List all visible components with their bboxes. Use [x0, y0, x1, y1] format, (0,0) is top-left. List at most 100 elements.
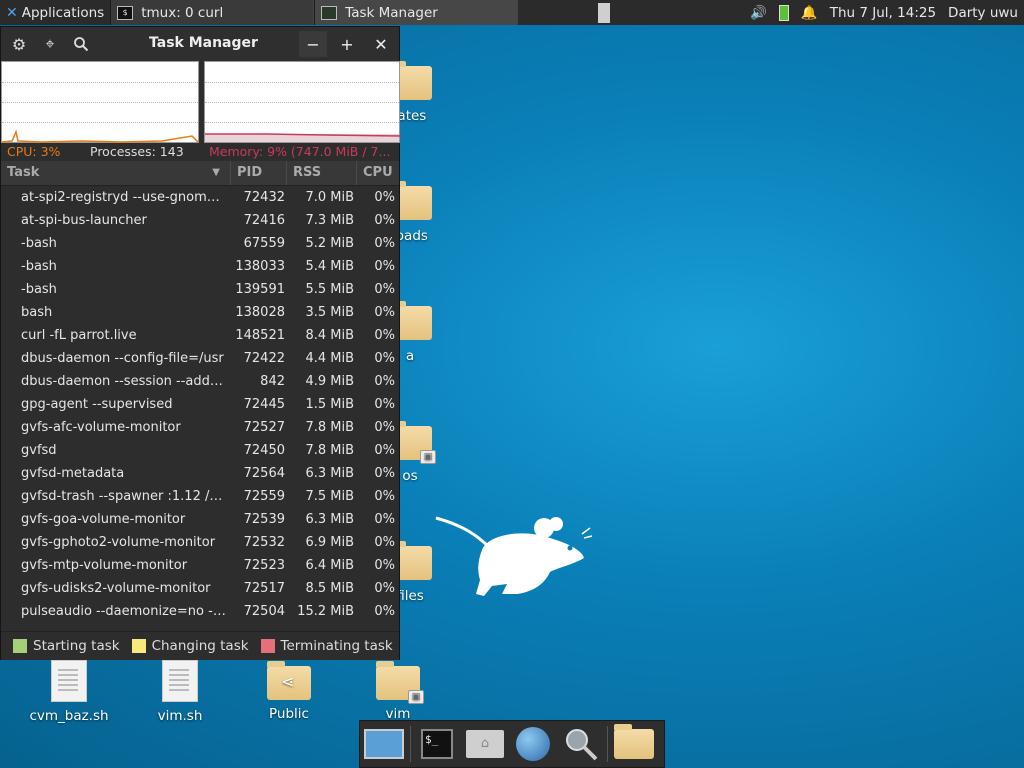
- table-row[interactable]: gvfsd-trash --spawner :1.12 /org 72559 7.5…: [1, 485, 399, 508]
- table-row[interactable]: pulseaudio --daemonize=no --log 72504 15.2…: [1, 600, 399, 623]
- battery-icon[interactable]: [773, 0, 795, 25]
- column-cpu[interactable]: CPU: [357, 161, 399, 185]
- cell-cpu: 0%: [374, 305, 395, 320]
- cpu-usage: CPU: 3%: [7, 144, 61, 159]
- cell-rss: 4.9 MiB: [305, 374, 354, 389]
- task-manager-icon: [321, 5, 338, 20]
- table-row[interactable]: gvfsd-metadata 72564 6.3 MiB 0%: [1, 462, 399, 485]
- cell-task: gvfs-mtp-volume-monitor: [21, 558, 188, 573]
- table-row[interactable]: at-spi2-registryd --use-gnome-session 724…: [1, 186, 399, 209]
- table-row[interactable]: gvfs-mtp-volume-monitor 72523 6.4 MiB 0%: [1, 554, 399, 577]
- cell-rss: 5.2 MiB: [305, 236, 354, 251]
- script-file-icon: [162, 660, 198, 702]
- cell-task: gvfsd-metadata: [21, 466, 125, 481]
- table-row[interactable]: dbus-daemon --session --address 842 4.9 Mi…: [1, 370, 399, 393]
- cell-task: gvfs-goa-volume-monitor: [21, 512, 186, 527]
- cell-task: gvfs-udisks2-volume-monitor: [21, 581, 211, 596]
- xfce-logo-icon: ✕: [6, 4, 18, 21]
- user-menu[interactable]: Darty uwu: [942, 0, 1024, 25]
- cell-task: curl -fL parrot.live: [21, 328, 137, 343]
- cell-cpu: 0%: [374, 351, 395, 366]
- cell-rss: 7.8 MiB: [305, 443, 354, 458]
- cell-pid: 148521: [235, 328, 285, 343]
- table-row[interactable]: -bash 67559 5.2 MiB 0%: [1, 232, 399, 255]
- search-icon[interactable]: [68, 31, 94, 57]
- table-row[interactable]: -bash 139591 5.5 MiB 0%: [1, 278, 399, 301]
- public-folder-icon: ⋖: [267, 661, 311, 700]
- notifications-icon[interactable]: 🔔: [795, 0, 824, 25]
- top-panel: ✕ Applications $ tmux: 0 curl Task Manag…: [0, 0, 1024, 25]
- memory-usage: Memory: 9% (747.0 MiB / 7...: [209, 144, 391, 159]
- minimize-button[interactable]: −: [299, 31, 327, 57]
- table-row[interactable]: gvfs-gphoto2-volume-monitor 72532 6.9 MiB 0…: [1, 531, 399, 554]
- terminal-launcher-icon[interactable]: $_: [417, 724, 457, 764]
- volume-icon[interactable]: 🔊: [744, 0, 773, 25]
- cell-pid: 72422: [243, 351, 285, 366]
- cell-pid: 138033: [235, 259, 285, 274]
- terminal-icon: $: [117, 5, 134, 20]
- table-row[interactable]: gvfsd 72450 7.8 MiB 0%: [1, 439, 399, 462]
- clock[interactable]: Thu 7 Jul, 14:25: [824, 0, 942, 25]
- cell-cpu: 0%: [374, 190, 395, 205]
- table-row[interactable]: gvfs-udisks2-volume-monitor 72517 8.5 MiB 0…: [1, 577, 399, 600]
- column-pid[interactable]: PID: [231, 161, 287, 185]
- cell-pid: 72517: [243, 581, 285, 596]
- cell-task: bash: [21, 305, 53, 320]
- process-list: at-spi2-registryd --use-gnome-session 724…: [1, 186, 399, 628]
- crosshair-icon[interactable]: ⌖: [37, 31, 63, 57]
- window-title: Task Manager: [149, 35, 258, 51]
- web-browser-icon[interactable]: [513, 724, 553, 764]
- taskbar-item-label: Task Manager: [345, 4, 438, 21]
- cell-cpu: 0%: [374, 328, 395, 343]
- desktop-icon-vim-sh[interactable]: vim.sh: [132, 660, 228, 724]
- workspace-pager[interactable]: [598, 2, 611, 23]
- table-row[interactable]: curl -fL parrot.live 148521 8.4 MiB 0%: [1, 324, 399, 347]
- cell-rss: 6.9 MiB: [305, 535, 354, 550]
- legend: Starting task Changing task Terminating …: [1, 631, 399, 660]
- desktop-icon-cvm-baz[interactable]: cvm_baz.sh: [21, 660, 117, 724]
- title-bar[interactable]: ⚙ ⌖ Task Manager − + ✕: [1, 27, 399, 61]
- maximize-button[interactable]: +: [333, 31, 361, 57]
- applications-menu[interactable]: ✕ Applications: [0, 0, 110, 25]
- cell-task: gvfsd: [21, 443, 57, 458]
- settings-icon[interactable]: ⚙: [6, 31, 32, 57]
- cell-pid: 72539: [243, 512, 285, 527]
- search-app-icon[interactable]: [561, 724, 601, 764]
- table-row[interactable]: gvfs-goa-volume-monitor 72539 6.3 MiB 0%: [1, 508, 399, 531]
- cell-rss: 5.4 MiB: [305, 259, 354, 274]
- home-folder-icon[interactable]: ⌂: [465, 724, 505, 764]
- cell-cpu: 0%: [374, 558, 395, 573]
- cell-task: gvfs-gphoto2-volume-monitor: [21, 535, 216, 550]
- changing-swatch: [131, 639, 146, 653]
- dock: $_ ⌂: [359, 720, 665, 768]
- desktop-icon-vim[interactable]: ▣ vim: [350, 661, 446, 722]
- folder-icon: ▣: [376, 661, 424, 704]
- table-row[interactable]: dbus-daemon --config-file=/usr 72422 4.4 M…: [1, 347, 399, 370]
- table-row[interactable]: at-spi-bus-launcher 72416 7.3 MiB 0%: [1, 209, 399, 232]
- graphs-area: [1, 61, 401, 143]
- desktop-icon-public[interactable]: ⋖ Public: [241, 661, 337, 722]
- cell-rss: 5.5 MiB: [305, 282, 354, 297]
- file-manager-icon[interactable]: [614, 724, 654, 764]
- table-row[interactable]: bash 138028 3.5 MiB 0%: [1, 301, 399, 324]
- table-row[interactable]: gpg-agent --supervised 72445 1.5 MiB 0%: [1, 393, 399, 416]
- cell-cpu: 0%: [374, 489, 395, 504]
- taskbar-item-tmux[interactable]: $ tmux: 0 curl: [110, 0, 315, 25]
- cell-task: gpg-agent --supervised: [21, 397, 173, 412]
- cell-task: at-spi2-registryd --use-gnome-session: [21, 190, 227, 205]
- show-desktop-icon[interactable]: [364, 724, 404, 764]
- cell-rss: 7.5 MiB: [305, 489, 354, 504]
- column-rss[interactable]: RSS: [287, 161, 357, 185]
- column-task[interactable]: Task ▼: [1, 161, 231, 185]
- cell-task: dbus-daemon --config-file=/usr: [21, 351, 224, 366]
- table-row[interactable]: gvfs-afc-volume-monitor 72527 7.8 MiB 0%: [1, 416, 399, 439]
- cell-pid: 67559: [243, 236, 285, 251]
- cell-cpu: 0%: [374, 512, 395, 527]
- table-row[interactable]: -bash 138033 5.4 MiB 0%: [1, 255, 399, 278]
- cell-pid: 138028: [235, 305, 285, 320]
- cell-cpu: 0%: [374, 213, 395, 228]
- close-button[interactable]: ✕: [367, 31, 395, 57]
- cell-cpu: 0%: [374, 420, 395, 435]
- cell-task: gvfsd-trash --spawner :1.12 /org: [21, 489, 227, 504]
- taskbar-item-task-manager[interactable]: Task Manager: [314, 0, 519, 25]
